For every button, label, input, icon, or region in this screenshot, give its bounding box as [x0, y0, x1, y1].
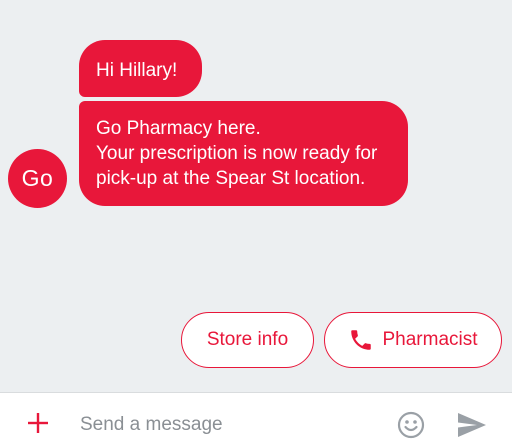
plus-icon[interactable] — [26, 411, 50, 435]
message-composer — [0, 392, 512, 444]
pharmacist-label: Pharmacist — [382, 329, 478, 350]
message-input[interactable] — [80, 412, 360, 438]
emoji-icon[interactable] — [397, 411, 425, 439]
message-text: Hi Hillary! — [96, 60, 178, 81]
composer-divider — [0, 392, 512, 393]
message-bubble: Hi Hillary! — [79, 40, 202, 97]
pharmacist-button[interactable]: Pharmacist — [324, 312, 502, 368]
message-text: Your prescription is now ready for — [96, 143, 378, 164]
message-bubble: Go Pharmacy here. Your prescription is n… — [79, 101, 408, 206]
avatar: Go — [8, 149, 67, 208]
message-text: Go Pharmacy here. — [96, 118, 261, 139]
store-info-button[interactable]: Store info — [181, 312, 314, 368]
store-info-label: Store info — [206, 329, 289, 350]
chat-screen: Go Hi Hillary! Go Pharmacy here. Your pr… — [0, 0, 512, 444]
send-icon[interactable] — [457, 412, 487, 438]
phone-icon — [348, 327, 374, 353]
message-text: pick-up at the Spear St location. — [96, 168, 366, 189]
